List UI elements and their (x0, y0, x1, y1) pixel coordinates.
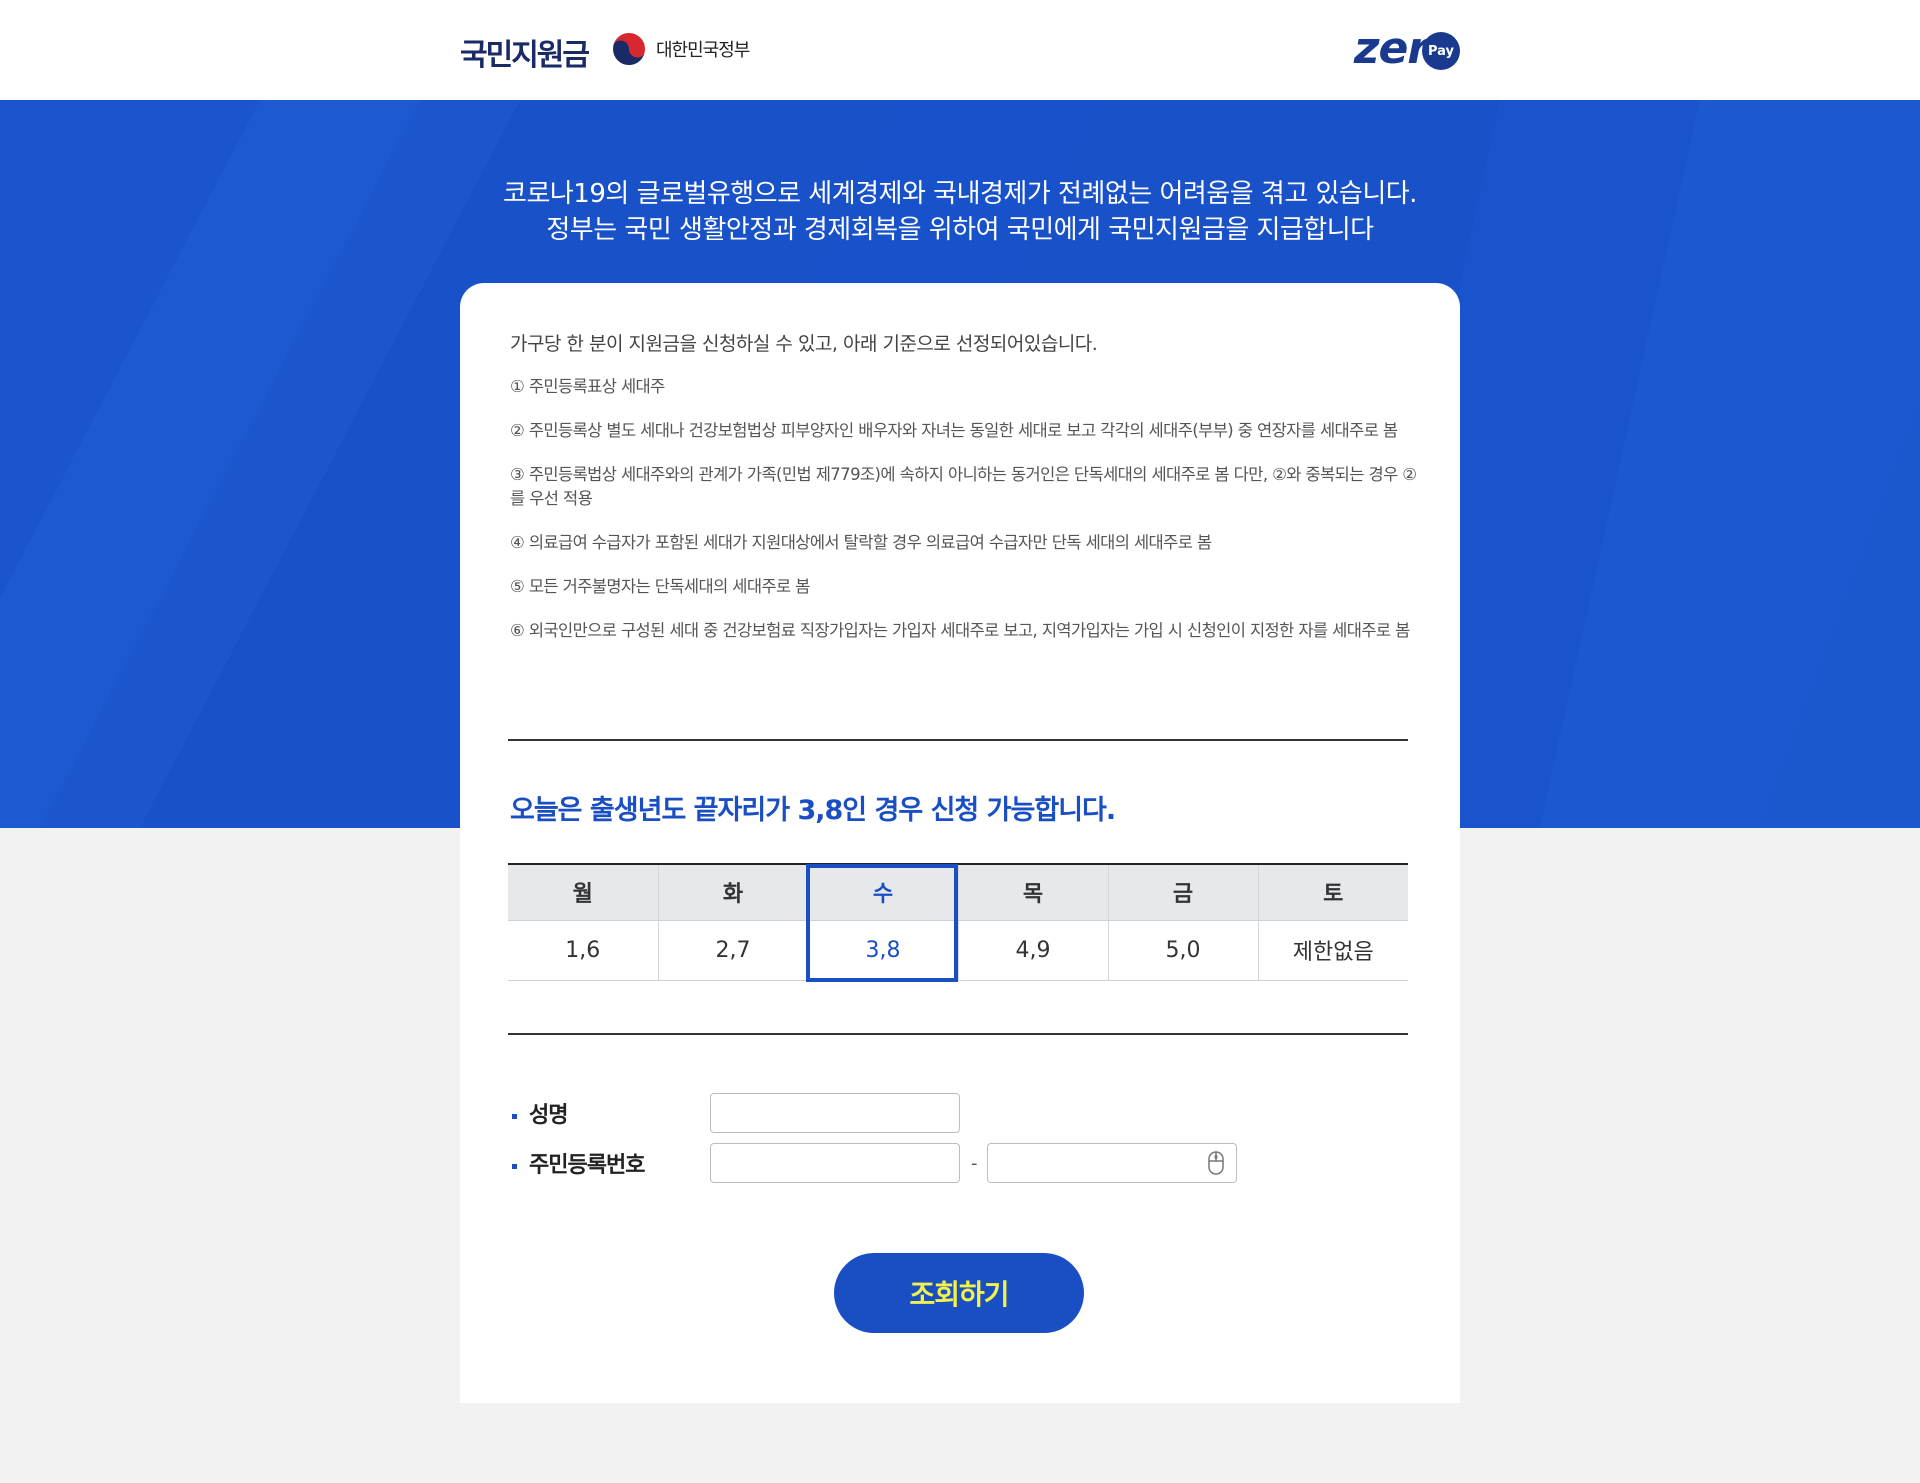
section-divider (508, 739, 1408, 741)
pay-badge: Pay (1422, 32, 1460, 70)
name-label-text: 성명 (529, 1103, 568, 1128)
digits-mon: 1,6 (508, 920, 658, 981)
bullet-icon (512, 1163, 517, 1169)
bullet-icon (512, 1113, 517, 1119)
criteria-item: ⑤ 모든 거주불명자는 단독세대의 세대주로 봄 (510, 577, 810, 596)
criteria-item: ④ 의료급여 수급자가 포함된 세대가 지원대상에서 탈락할 경우 의료급여 수… (510, 533, 1212, 552)
day-header-sat: 토 (1257, 863, 1408, 921)
today-notice: 오늘은 출생년도 끝자리가 3,8인 경우 신청 가능합니다. (510, 795, 1116, 826)
criteria-item: ① 주민등록표상 세대주 (510, 377, 665, 396)
search-button[interactable]: 조회하기 (834, 1253, 1084, 1333)
digits-sat: 제한없음 (1257, 920, 1408, 981)
hero-message: 코로나19의 글로벌유행으로 세계경제와 국내경제가 전례없는 어려움을 겪고 … (0, 176, 1920, 248)
day-header-thu: 목 (957, 863, 1108, 921)
day-header-mon: 월 (508, 863, 658, 921)
rrn-front-input[interactable] (710, 1143, 960, 1183)
hero-line-1: 코로나19의 글로벌유행으로 세계경제와 국내경제가 전례없는 어려움을 겪고 … (503, 179, 1417, 209)
zeropay-text: zer (1353, 23, 1429, 74)
criteria-list: ① 주민등록표상 세대주 ② 주민등록상 별도 세대나 건강보험법상 피부양자인… (510, 375, 1420, 663)
digits-wed: 3,8 (807, 920, 958, 981)
table-header-row: 월 화 수 목 금 토 (508, 863, 1408, 921)
header-inner: 국민지원금 대한민국정부 zer Pay (460, 0, 1460, 100)
digits-fri: 5,0 (1107, 920, 1258, 981)
weekday-schedule-table: 월 화 수 목 금 토 1,6 2,7 3,8 4,9 5,0 제한없음 (508, 863, 1408, 981)
criteria-item: ⑥ 외국인만으로 구성된 세대 중 건강보험료 직장가입자는 가입자 세대주로 … (510, 621, 1410, 640)
name-label: 성명 (512, 1097, 568, 1129)
name-input[interactable] (710, 1093, 960, 1133)
day-header-wed: 수 (807, 863, 958, 921)
gov-logo: 대한민국정부 (610, 30, 750, 68)
table-row: 1,6 2,7 3,8 4,9 5,0 제한없음 (508, 920, 1408, 981)
day-header-tue: 화 (657, 863, 808, 921)
gov-text: 대한민국정부 (656, 40, 750, 61)
hero-line-2: 정부는 국민 생활안정과 경제회복을 위하여 국민에게 국민지원금을 지급합니다 (546, 215, 1374, 245)
mouse-icon[interactable] (1208, 1151, 1224, 1175)
rrn-back-input[interactable] (987, 1143, 1237, 1183)
day-header-fri: 금 (1107, 863, 1258, 921)
intro-text: 가구당 한 분이 지원금을 신청하실 수 있고, 아래 기준으로 선정되어있습니… (510, 333, 1098, 355)
digits-thu: 4,9 (957, 920, 1108, 981)
top-header: 국민지원금 대한민국정부 zer Pay (0, 0, 1920, 100)
site-logo[interactable]: 국민지원금 (460, 30, 590, 74)
criteria-item: ③ 주민등록법상 세대주와의 관계가 가족(민법 제779조)에 속하지 아니하… (510, 465, 1417, 508)
rrn-label: 주민등록번호 (512, 1147, 645, 1179)
taegeuk-icon (611, 31, 647, 67)
criteria-item: ② 주민등록상 별도 세대나 건강보험법상 피부양자인 배우자와 자녀는 동일한… (510, 421, 1398, 440)
rrn-label-text: 주민등록번호 (529, 1153, 645, 1178)
zeropay-logo: zer Pay (1354, 24, 1460, 74)
digits-tue: 2,7 (657, 920, 808, 981)
application-card: 가구당 한 분이 지원금을 신청하실 수 있고, 아래 기준으로 선정되어있습니… (460, 283, 1460, 1403)
section-divider (508, 1033, 1408, 1035)
rrn-dash: - (971, 1153, 978, 1174)
